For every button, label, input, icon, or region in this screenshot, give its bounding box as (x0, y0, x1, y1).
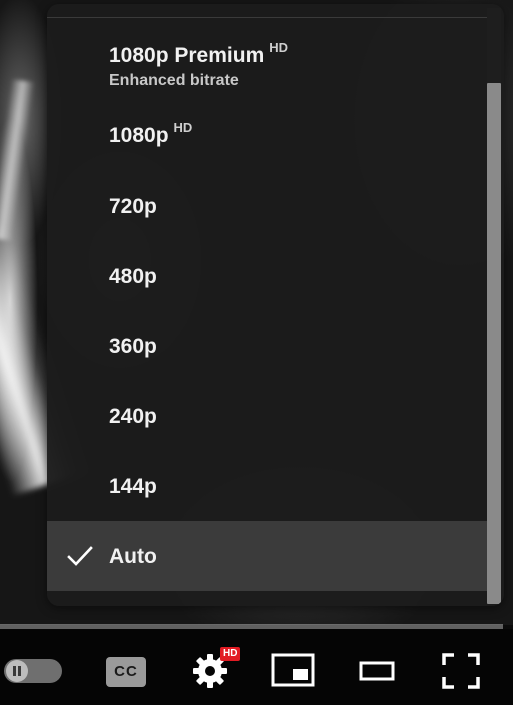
quality-option-label: 360p (109, 335, 157, 358)
captions-button[interactable]: CC (106, 657, 146, 687)
quality-option-1080p[interactable]: 1080p HD (47, 100, 487, 170)
miniplayer-icon[interactable] (271, 653, 315, 687)
hd-badge: HD (173, 120, 193, 135)
fullscreen-icon[interactable] (442, 653, 480, 689)
quality-option-label: 144p (109, 475, 157, 498)
quality-option-144p[interactable]: 144p (47, 450, 487, 520)
quality-option-label: 480p (109, 265, 157, 288)
quality-option-sublabel: Enhanced bitrate (109, 72, 239, 89)
quality-option-label: 1080p Premium HD (109, 40, 289, 67)
quality-option-auto[interactable]: Auto (47, 521, 487, 591)
captions-icon: CC (114, 663, 138, 680)
quality-option-label: 1080p HD (109, 120, 193, 147)
hd-badge: HD (269, 40, 289, 55)
quality-option-360p[interactable]: 360p (47, 310, 487, 380)
theater-mode-icon[interactable] (359, 661, 395, 681)
hd-quality-badge: HD (220, 647, 241, 661)
quality-option-480p[interactable]: 480p (47, 240, 487, 310)
quality-option-label: 240p (109, 405, 157, 428)
scrollbar-thumb[interactable] (487, 83, 501, 604)
video-highlight (0, 79, 36, 241)
player-control-bar: CC HD (0, 629, 513, 705)
quality-option-720p[interactable]: 720p (47, 170, 487, 240)
checkmark-icon (67, 546, 93, 566)
quality-option-label: 720p (109, 195, 157, 218)
pause-icon (6, 660, 28, 682)
quality-option-1080p-premium[interactable]: 1080p Premium HD Enhanced bitrate (47, 18, 487, 89)
pause-button[interactable] (4, 659, 62, 683)
quality-settings-menu: 1080p Premium HD Enhanced bitrate 1080p HD… (47, 4, 504, 606)
quality-option-label: Auto (109, 545, 157, 568)
menu-scrollbar[interactable] (487, 8, 501, 604)
quality-option-240p[interactable]: 240p (47, 380, 487, 450)
